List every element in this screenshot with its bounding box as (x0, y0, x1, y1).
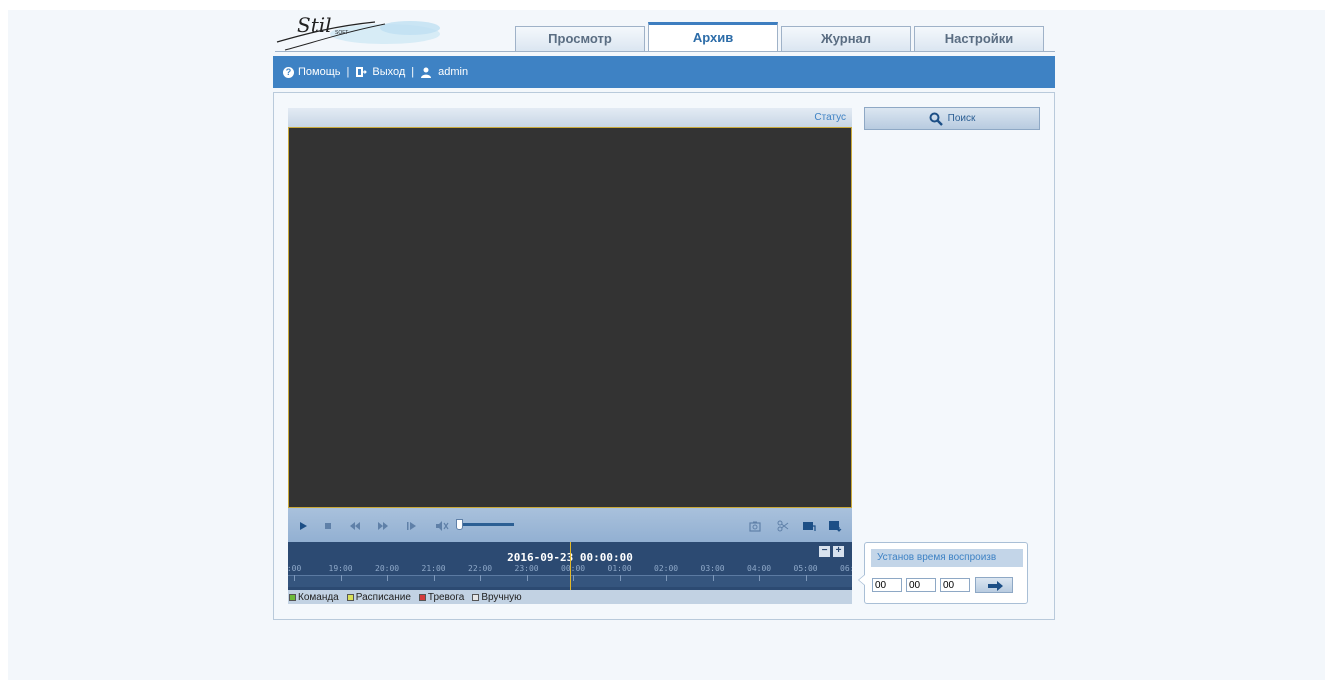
timeline-hour-label: 20:00 (375, 564, 400, 573)
legend-manual: Вручную (472, 591, 522, 603)
timeline-hour-label: 3:00 (288, 564, 302, 573)
tab-settings[interactable]: Настройки (914, 26, 1044, 52)
tab-view[interactable]: Просмотр (515, 26, 645, 52)
timeline-hour-label: 06: (840, 564, 852, 573)
legend-label: Тревога (427, 591, 465, 603)
header-divider (275, 51, 1055, 52)
timeline-cursor[interactable] (570, 542, 571, 590)
tab-journal[interactable]: Журнал (781, 26, 911, 52)
timeline-tick (759, 575, 760, 581)
timeline-zoom-in-button[interactable]: + (833, 546, 844, 557)
timeline-tick (573, 575, 574, 581)
legend-alarm: Тревога (418, 591, 465, 603)
scissors-icon[interactable] (776, 519, 790, 533)
user-icon (421, 67, 432, 78)
search-label: Поиск (947, 113, 976, 124)
video-player[interactable] (288, 128, 852, 508)
timeline-hour-label: 23:00 (514, 564, 539, 573)
download-clip-icon[interactable] (802, 519, 816, 533)
timeline-tick (294, 575, 295, 581)
timeline-tick (387, 575, 388, 581)
help-icon: ? (283, 66, 294, 78)
legend-label: Расписание (355, 591, 411, 603)
logout-link[interactable]: Выход (355, 66, 405, 78)
status-link[interactable]: Статус (814, 112, 846, 123)
logout-icon (356, 67, 368, 77)
download-file-icon[interactable] (828, 519, 842, 533)
user-info: admin (420, 66, 468, 78)
timeline-tick (340, 575, 342, 581)
timeline-zoom-out-button[interactable]: − (819, 546, 830, 557)
minutes-input[interactable] (906, 578, 936, 592)
video-status-bar: Статус (288, 108, 852, 128)
panel-pointer-inner (859, 575, 865, 585)
legend-swatch (346, 593, 354, 601)
legend-command: Команда (289, 592, 339, 603)
tab-archive[interactable]: Архив (648, 22, 778, 52)
timeline-hour-label: 21:00 (421, 564, 446, 573)
legend-swatch (289, 593, 296, 601)
stop-icon[interactable] (321, 519, 335, 533)
playback-controls (288, 508, 852, 542)
search-button[interactable]: Поиск (864, 107, 1040, 130)
timeline-tick (805, 575, 807, 581)
volume-slider[interactable] (456, 519, 514, 530)
stil-soft-logo: Stil SOFT (276, 13, 440, 51)
legend-swatch (472, 593, 480, 601)
volume-track (456, 523, 514, 526)
timeline-tick (480, 575, 481, 581)
timeline[interactable]: 2016-09-23 00:00:00 3:0019:0020:0021:002… (288, 542, 852, 590)
go-to-time-button[interactable] (975, 577, 1013, 593)
frame-step-icon[interactable] (404, 519, 418, 533)
timeline-tick (433, 575, 435, 581)
timeline-hour-label: 00:00 (561, 564, 586, 573)
playback-time-title: Установ время воспроизв (871, 549, 1023, 567)
username: admin (438, 66, 469, 78)
svg-text:Stil: Stil (297, 13, 332, 37)
timeline-hour-label: 19:00 (328, 564, 353, 573)
timeline-hour-label: 03:00 (700, 564, 725, 573)
timeline-hour-label: 01:00 (607, 564, 632, 573)
timeline-hour-label: 05:00 (793, 564, 818, 573)
help-label: Помощь (298, 66, 341, 78)
arrow-right-icon (988, 581, 1003, 591)
timeline-tick (619, 575, 621, 581)
separator: | (346, 66, 350, 78)
timeline-tick (712, 575, 714, 581)
legend-label: Команда (298, 591, 339, 603)
svg-text:SOFT: SOFT (335, 30, 348, 36)
timeline-hour-label: 02:00 (654, 564, 679, 573)
timeline-tick (666, 575, 667, 581)
separator: | (411, 66, 415, 78)
legend-swatch (418, 593, 426, 601)
fast-forward-icon[interactable] (376, 519, 390, 533)
slow-down-icon[interactable] (348, 519, 362, 533)
timeline-hour-label: 22:00 (468, 564, 493, 573)
legend-schedule: Расписание (346, 591, 411, 603)
seconds-input[interactable] (940, 578, 970, 592)
search-icon (929, 112, 943, 126)
logout-label: Выход (372, 66, 406, 78)
legend-label: Вручную (481, 591, 522, 603)
volume-icon[interactable] (434, 519, 449, 533)
record-type-legend: Команда Расписание Тревога Вручную (288, 590, 852, 604)
play-icon[interactable] (296, 519, 310, 533)
user-bar: ? Помощь | Выход | admin (273, 56, 1055, 88)
help-link[interactable]: ? Помощь (283, 66, 341, 78)
camera-icon[interactable] (748, 519, 762, 533)
timeline-tick (526, 575, 528, 581)
hours-input[interactable] (872, 578, 902, 592)
playback-time-panel: Установ время воспроизв (864, 542, 1028, 604)
volume-handle[interactable] (456, 519, 463, 530)
timeline-hour-label: 04:00 (747, 564, 772, 573)
